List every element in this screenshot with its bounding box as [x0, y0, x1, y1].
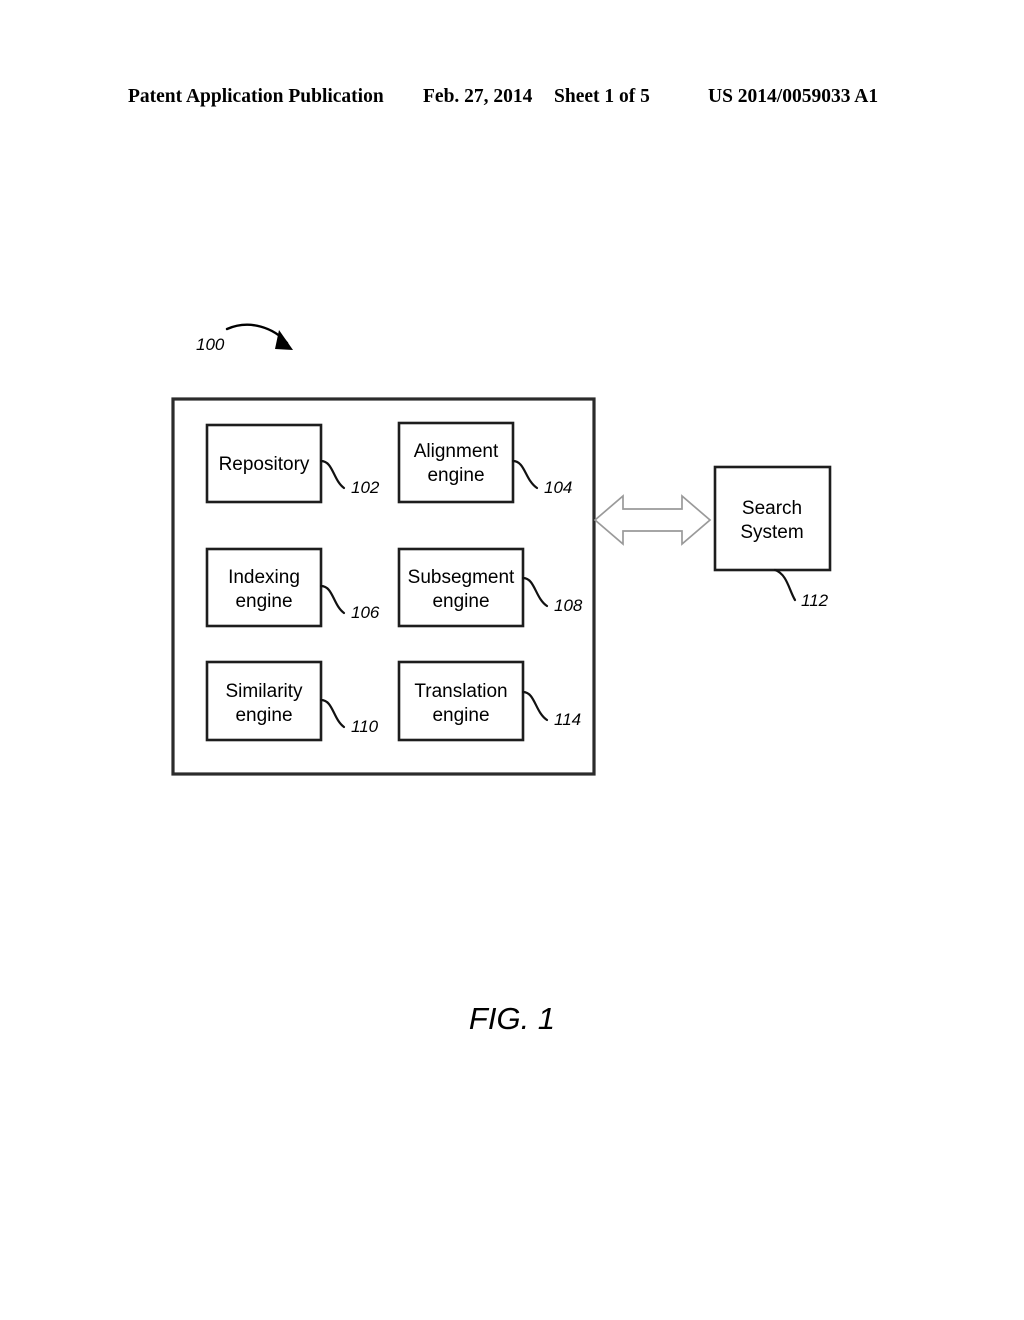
subsegment-engine-reference-number: 108: [554, 596, 583, 615]
search-system-leader-line: [773, 568, 797, 602]
translation-engine-label-line2: engine: [432, 705, 489, 726]
figure-1-diagram: 100 Repository 102 Alignment engine 104 …: [171, 323, 832, 1036]
figure-caption: FIG. 1: [469, 1001, 555, 1036]
alignment-engine-reference-number: 104: [544, 478, 572, 497]
alignment-engine-leader-line: [511, 459, 539, 490]
alignment-engine-label-line1: Alignment: [414, 441, 499, 462]
repository-leader-line: [319, 459, 346, 490]
alignment-engine-box: [397, 421, 515, 504]
alignment-engine-label-line2: engine: [427, 465, 484, 486]
translation-engine-leader-line: [521, 690, 549, 722]
system-callout-arrowhead: [275, 330, 293, 350]
search-system-reference-number: 112: [801, 591, 829, 610]
component-translation-engine: Translation engine 114: [397, 660, 581, 742]
component-similarity-engine: Similarity engine 110: [205, 660, 379, 742]
subsegment-engine-label-line1: Subsegment: [408, 567, 515, 588]
subsegment-engine-leader-line: [521, 576, 549, 608]
translation-engine-reference-number: 114: [554, 710, 581, 729]
subsegment-engine-label-line2: engine: [432, 591, 489, 612]
indexing-engine-leader-line: [319, 584, 346, 615]
component-subsegment-engine: Subsegment engine 108: [397, 547, 583, 628]
component-alignment-engine: Alignment engine 104: [397, 421, 572, 504]
similarity-engine-leader-line: [319, 698, 346, 729]
component-indexing-engine: Indexing engine 106: [205, 547, 380, 628]
bidirectional-arrow-icon: [593, 494, 712, 546]
repository-reference-number: 102: [351, 478, 380, 497]
indexing-engine-label-line2: engine: [235, 591, 292, 612]
external-search-system: Search System 112: [713, 465, 832, 610]
indexing-engine-reference-number: 106: [351, 603, 380, 622]
indexing-engine-label-line1: Indexing: [228, 567, 300, 588]
similarity-engine-reference-number: 110: [351, 717, 379, 736]
search-system-label-line1: Search: [742, 498, 802, 519]
translation-engine-label-line1: Translation: [414, 681, 507, 702]
similarity-engine-label-line1: Similarity: [225, 681, 303, 702]
repository-label-line1: Repository: [219, 454, 310, 475]
similarity-engine-label-line2: engine: [235, 705, 292, 726]
search-system-label-line2: System: [740, 522, 803, 543]
system-reference-number: 100: [196, 335, 225, 354]
component-repository: Repository 102: [205, 423, 380, 504]
